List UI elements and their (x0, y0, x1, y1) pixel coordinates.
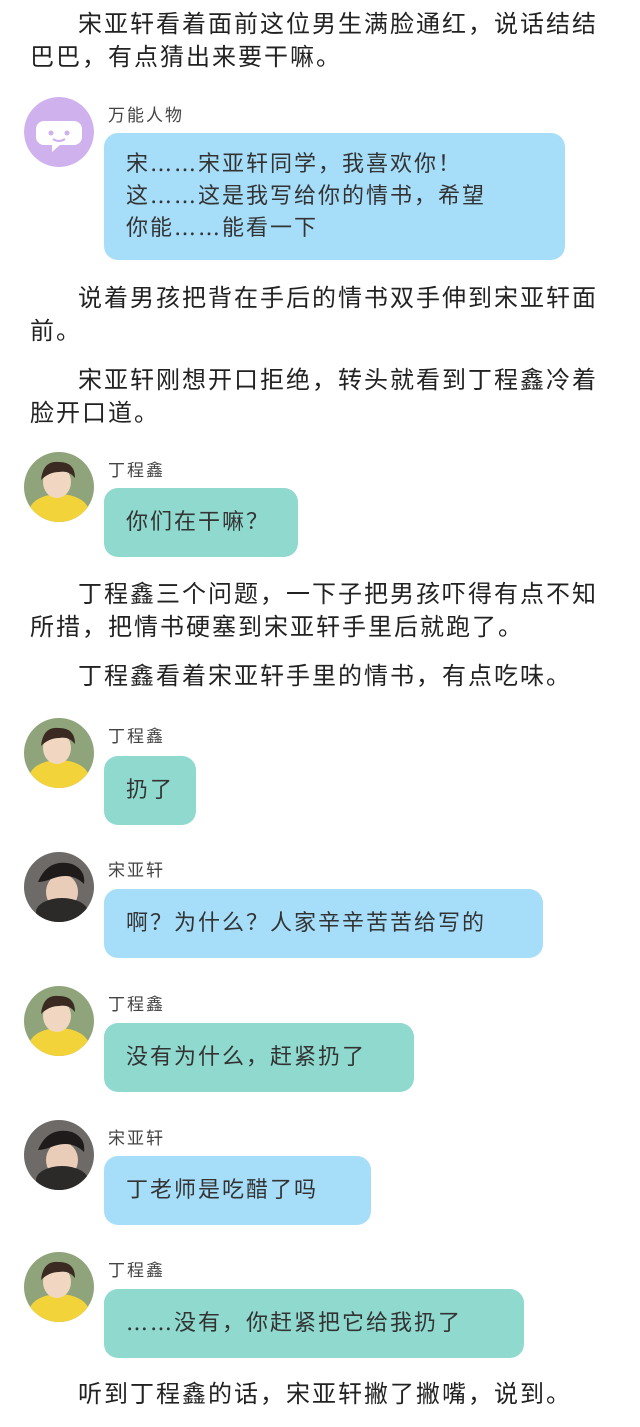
message-text: ……没有，你赶紧把它给我扔了 (126, 1310, 463, 1336)
message-text: 啊？为什么？人家辛辛苦苦给写的 (126, 910, 487, 936)
message-text: 宋……宋亚轩同学，我喜欢你！ 这……这是我写给你的情书，希望 你能……能看一下 (126, 151, 487, 241)
message-bubble: 啊？为什么？人家辛辛苦苦给写的 (104, 889, 543, 958)
message-text: 没有为什么，赶紧扔了 (126, 1044, 367, 1070)
story-paragraph: 宋亚轩看着面前这位男生满脸通红，说话结结巴巴，有点猜出来要干嘛。 (30, 10, 598, 71)
story-paragraph: 听到丁程鑫的话，宋亚轩撇了撇嘴，说到。 (78, 1380, 572, 1408)
message-bubble: ……没有，你赶紧把它给我扔了 (104, 1289, 524, 1358)
speaker-name: 丁程鑫 (108, 461, 165, 481)
message-bubble: 扔了 (104, 756, 196, 825)
speaker-name: 宋亚轩 (108, 861, 165, 881)
message-text: 丁老师是吃醋了吗 (126, 1177, 319, 1203)
avatar (24, 718, 94, 788)
story-paragraph: 宋亚轩刚想开口拒绝，转头就看到丁程鑫冷着脸开口道。 (30, 366, 598, 427)
message-bubble: 你们在干嘛？ (104, 488, 298, 557)
avatar (24, 1252, 94, 1322)
chat-bubble-icon (24, 97, 94, 167)
avatar (24, 852, 94, 922)
message-bubble: 没有为什么，赶紧扔了 (104, 1023, 414, 1092)
message-bubble: 宋……宋亚轩同学，我喜欢你！ 这……这是我写给你的情书，希望 你能……能看一下 (104, 133, 565, 260)
speaker-name: 丁程鑫 (108, 1261, 165, 1281)
message-text: 你们在干嘛？ (126, 509, 271, 535)
speaker-name: 丁程鑫 (108, 995, 165, 1015)
speaker-name: 丁程鑫 (108, 727, 165, 747)
speaker-name: 宋亚轩 (108, 1129, 165, 1149)
speaker-name: 万能人物 (108, 106, 184, 126)
story-paragraph: 丁程鑫三个问题，一下子把男孩吓得有点不知所措，把情书硬塞到宋亚轩手里后就跑了。 (30, 580, 598, 641)
message-text: 扔了 (126, 777, 175, 803)
story-paragraph: 丁程鑫看着宋亚轩手里的情书，有点吃味。 (78, 662, 572, 690)
avatar (24, 986, 94, 1056)
avatar (24, 1120, 94, 1190)
story-paragraph: 说着男孩把背在手后的情书双手伸到宋亚轩面前。 (30, 284, 598, 345)
avatar (24, 452, 94, 522)
message-bubble: 丁老师是吃醋了吗 (104, 1156, 371, 1225)
